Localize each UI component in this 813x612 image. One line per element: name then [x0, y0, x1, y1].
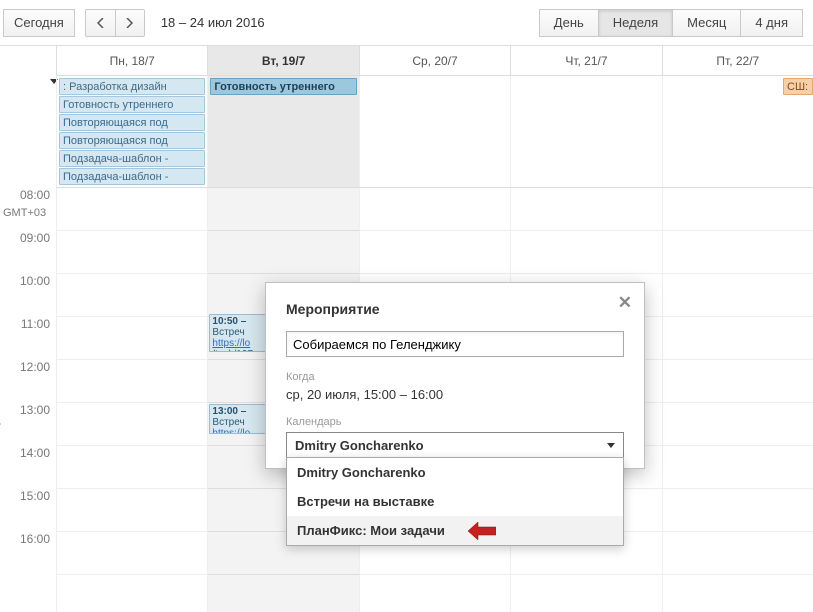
allday-event-selected[interactable]: Готовность утреннего [210, 78, 356, 95]
allday-event[interactable]: СШ: Р [783, 78, 813, 95]
day-headers: Пн, 18/7 Вт, 19/7 Ср, 20/7 Чт, 21/7 Пт, … [56, 46, 813, 76]
day-col-mon[interactable] [56, 188, 207, 612]
event-title-input[interactable] [286, 331, 624, 357]
event-title: Встреч [212, 327, 244, 338]
caret-down-icon [607, 443, 615, 448]
allday-thu[interactable] [510, 76, 661, 187]
event-link-tail: /task/197 [212, 349, 253, 352]
toolbar: Сегодня 18 – 24 июл 2016 День Неделя Мес… [0, 0, 813, 46]
view-4days-button[interactable]: 4 дня [741, 9, 803, 37]
view-week-button[interactable]: Неделя [599, 9, 673, 37]
allday-event[interactable]: : Разработка дизайн [59, 78, 205, 95]
timezone-label: GMT+03 [3, 207, 46, 219]
allday-fri[interactable]: СШ: Р [662, 76, 813, 187]
dropdown-option[interactable]: Dmitry Goncharenko [287, 458, 623, 487]
event-time: 13:00 – [212, 406, 246, 417]
day-header-fri[interactable]: Пт, 22/7 [662, 46, 813, 75]
hour-label: 16:00 [0, 532, 56, 575]
annotation-arrow-icon [468, 521, 496, 544]
day-header-thu[interactable]: Чт, 21/7 [510, 46, 661, 75]
day-header-mon[interactable]: Пн, 18/7 [56, 46, 207, 75]
date-range: 18 – 24 июл 2016 [161, 15, 265, 30]
hour-label: 15:00 [0, 489, 56, 532]
allday-tue[interactable]: Готовность утреннего [207, 76, 358, 187]
event-time: 10:50 – [212, 316, 246, 327]
dropdown-option[interactable]: Встречи на выставке [287, 487, 623, 516]
day-header-wed[interactable]: Ср, 20/7 [359, 46, 510, 75]
hour-label: 10:00 [0, 274, 56, 317]
dropdown-option[interactable]: ПланФикс: Мои задачи [287, 516, 623, 545]
prev-button[interactable] [85, 9, 115, 37]
chevron-right-icon [126, 18, 133, 28]
calendar-select[interactable]: Dmitry Goncharenko [286, 432, 624, 458]
today-button[interactable]: Сегодня [3, 9, 75, 37]
allday-event[interactable]: Подзадача-шаблон - [59, 150, 205, 167]
hour-label: 12:00 [0, 360, 56, 403]
view-day-button[interactable]: День [539, 9, 599, 37]
allday-event[interactable]: Готовность утреннего [59, 96, 205, 113]
event-link[interactable]: https://lo [212, 338, 250, 349]
calendar-label: Календарь [286, 416, 624, 428]
when-text: ср, 20 июля, 15:00 – 16:00 [286, 387, 624, 402]
event-title: Встреч [212, 417, 244, 428]
allday-mon[interactable]: : Разработка дизайн Готовность утреннего… [56, 76, 207, 187]
allday-event[interactable]: Подзадача-шаблон - [59, 168, 205, 185]
allday-event[interactable]: Повторяющаяся под [59, 114, 205, 131]
now-indicator-icon [0, 420, 1, 428]
view-month-button[interactable]: Месяц [673, 9, 741, 37]
event-link[interactable]: https://lo [212, 428, 250, 434]
next-button[interactable] [115, 9, 145, 37]
event-popup: ✕ Мероприятие Когда ср, 20 июля, 15:00 –… [265, 282, 645, 469]
close-icon[interactable]: ✕ [618, 293, 632, 313]
allday-region: : Разработка дизайн Готовность утреннего… [56, 76, 813, 188]
allday-wed[interactable] [359, 76, 510, 187]
hour-label: 11:00 [0, 317, 56, 360]
when-label: Когда [286, 371, 624, 383]
day-col-fri[interactable] [662, 188, 813, 612]
day-header-tue[interactable]: Вт, 19/7 [207, 46, 358, 75]
allday-event[interactable]: Повторяющаяся под [59, 132, 205, 149]
hour-label: 09:00 [0, 231, 56, 274]
calendar-selected-value: Dmitry Goncharenko [295, 438, 424, 453]
hour-label: 14:00 [0, 446, 56, 489]
popup-title: Мероприятие [286, 301, 624, 317]
hour-label: 13:00 [0, 403, 56, 446]
calendar-dropdown: Dmitry Goncharenko Встречи на выставке П… [286, 457, 624, 546]
chevron-left-icon [97, 18, 104, 28]
